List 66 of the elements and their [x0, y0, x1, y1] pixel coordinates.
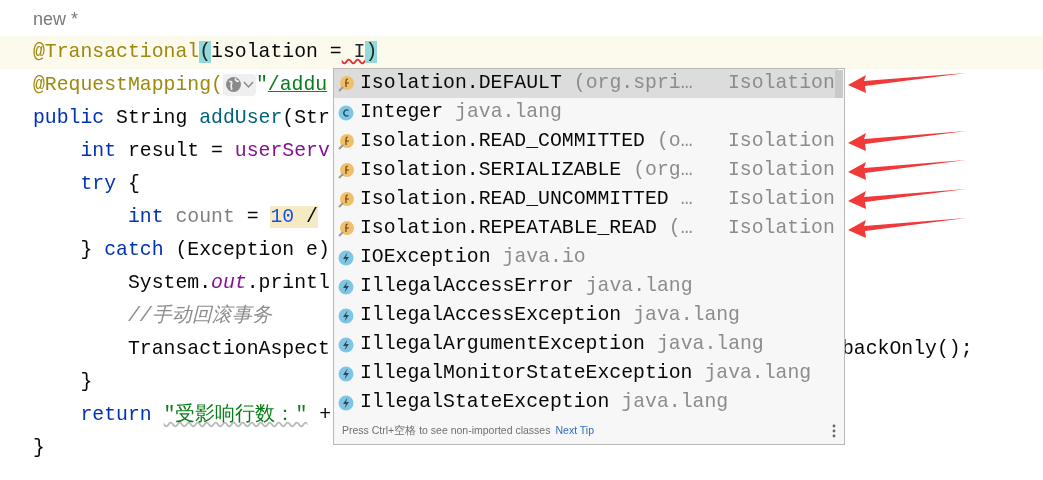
code-text: { — [127, 173, 140, 195]
lightning-icon — [337, 277, 355, 296]
field-name: out — [211, 272, 247, 294]
code-text: System. — [128, 272, 212, 294]
code-text: backOnly(); — [842, 337, 973, 362]
code-text: result = — [127, 140, 224, 162]
completion-item[interactable]: IOException java.io — [334, 243, 838, 272]
completion-item[interactable]: Integer java.lang — [334, 98, 838, 127]
field-name: userServ — [234, 140, 330, 162]
next-tip-link[interactable]: Next Tip — [555, 423, 594, 439]
matched-brace: ) — [365, 41, 378, 63]
completion-item[interactable]: IllegalArgumentException java.lang — [334, 330, 838, 359]
number-literal: 10 — [270, 206, 295, 228]
code-text: (Exception e) — [174, 239, 330, 261]
keyword: catch — [104, 239, 164, 261]
code-text: } — [33, 437, 45, 459]
lightning-icon — [337, 335, 355, 354]
field-icon — [337, 161, 355, 180]
lightning-icon — [337, 306, 355, 325]
code-text: / — [294, 206, 318, 228]
code-text: String — [115, 107, 189, 129]
string-literal: "受影响行数：" — [163, 404, 308, 426]
field-icon — [337, 219, 355, 238]
string-literal: " — [255, 74, 268, 96]
completion-item[interactable]: IllegalMonitorStateException java.lang — [334, 359, 838, 388]
matched-brace: ( — [199, 41, 212, 63]
code-text: isolation = — [211, 41, 342, 63]
completion-item[interactable]: IllegalStateException java.lang — [334, 388, 838, 417]
scrollbar-thumb[interactable] — [835, 70, 843, 98]
completion-item[interactable]: Isolation.READ_COMMITTED (o… Isolation — [334, 127, 838, 156]
field-icon — [337, 74, 355, 93]
url-link[interactable]: /addu — [267, 74, 328, 96]
lightning-icon — [337, 248, 355, 267]
more-icon[interactable] — [832, 424, 836, 438]
annotation-text: @Transactional — [33, 41, 200, 63]
error-squiggle: I — [352, 41, 366, 63]
completion-item[interactable]: Isolation.DEFAULT (org.spri… Isolation — [334, 69, 838, 98]
annotation-text: @RequestMapping( — [33, 74, 223, 96]
code-text: .printl — [246, 272, 330, 294]
globe-inlay-icon[interactable] — [222, 73, 256, 96]
class-icon — [337, 103, 355, 122]
lightning-icon — [337, 393, 355, 412]
field-icon — [337, 132, 355, 151]
code-text: } — [80, 239, 94, 261]
code-text: + — [318, 404, 332, 426]
method-name: addUser — [199, 107, 283, 129]
keyword: return — [80, 404, 153, 426]
keyword: public — [33, 107, 105, 129]
code-text: } — [80, 371, 93, 393]
code-text: = — [245, 206, 260, 228]
completion-item[interactable]: Isolation.READ_UNCOMMITTED … Isolation — [334, 185, 838, 214]
field-icon — [337, 190, 355, 209]
variable-name: count — [174, 206, 235, 228]
keyword: try — [80, 173, 117, 195]
tip-text: Press Ctrl+空格 to see non-imported classes — [342, 423, 551, 439]
keyword: int — [128, 206, 164, 228]
code-text: TransactionAspect — [128, 338, 330, 360]
completion-item[interactable]: Isolation.SERIALIZABLE (org… Isolation — [334, 156, 838, 185]
lightning-icon — [337, 364, 355, 383]
completion-item[interactable]: Isolation.REPEATABLE_READ (… Isolation — [334, 214, 838, 243]
author-hint: new * — [33, 9, 79, 29]
keyword: int — [80, 140, 117, 162]
code-comment: //手动回滚事务 — [128, 305, 272, 327]
completion-item[interactable]: IllegalAccessError java.lang — [334, 272, 838, 301]
completion-item[interactable]: IllegalAccessException java.lang — [334, 301, 838, 330]
code-text: (Str — [282, 107, 330, 129]
